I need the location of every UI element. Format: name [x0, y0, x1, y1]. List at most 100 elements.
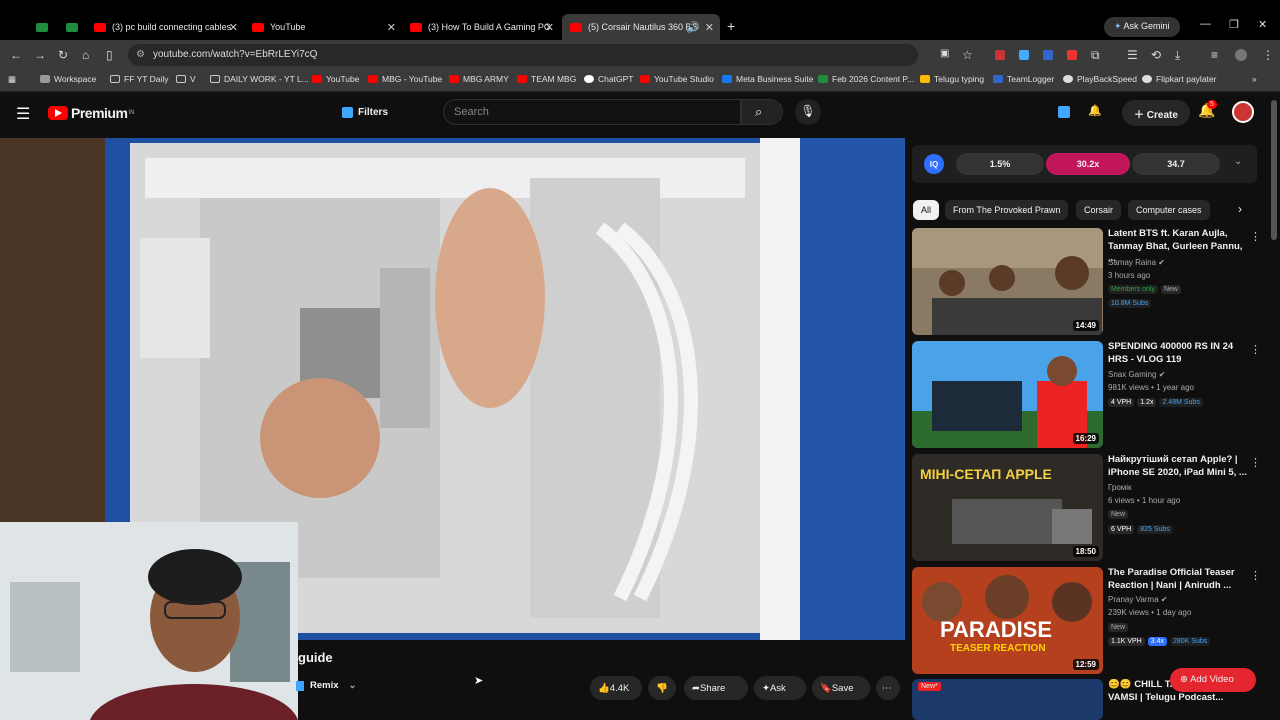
chevron-down-icon[interactable]: ⌄: [1234, 156, 1242, 167]
bookmark-item[interactable]: Feb 2026 Content P...: [818, 74, 914, 84]
new-tab-button[interactable]: +: [727, 18, 735, 34]
tab-pinned-2[interactable]: [58, 14, 84, 40]
bookmark-item[interactable]: Meta Business Suite: [722, 74, 813, 84]
avatar[interactable]: [1235, 49, 1247, 61]
chevron-right-icon[interactable]: ›: [1238, 202, 1242, 216]
apps-icon[interactable]: ▦: [8, 74, 16, 85]
extensions-puzzle-icon[interactable]: ⧉: [1091, 48, 1100, 63]
bookmark-item[interactable]: YouTube Studio: [640, 74, 714, 84]
close-icon[interactable]: ✕: [705, 21, 714, 34]
extension-icon[interactable]: [1067, 50, 1077, 60]
profile-icon[interactable]: ☰: [1127, 48, 1138, 62]
ask-button[interactable]: ✦ Ask: [754, 676, 806, 700]
chip-computer-cases[interactable]: Computer cases: [1128, 200, 1210, 220]
back-icon[interactable]: ←: [10, 48, 22, 62]
window-close-icon[interactable]: ✕: [1258, 18, 1267, 31]
search-input[interactable]: Search: [443, 99, 741, 125]
bookmark-item[interactable]: MBG - YouTube: [368, 74, 442, 84]
create-button[interactable]: ＋ Create: [1122, 100, 1190, 126]
bookmark-item[interactable]: TEAM MBG: [517, 74, 576, 84]
hamburger-menu-icon[interactable]: ☰: [16, 104, 30, 124]
subs-badge: 280K Subs: [1169, 637, 1211, 646]
more-bookmarks-icon[interactable]: »: [1252, 74, 1257, 84]
more-vert-icon[interactable]: ⋮: [1250, 456, 1261, 469]
bookmark-item[interactable]: Flipkart paylater: [1142, 74, 1216, 84]
tab-corsair-nautilus[interactable]: (5) Corsair Nautilus 360 RS 🔊 ✕: [562, 14, 720, 40]
add-video-button[interactable]: ⊕ Add Video: [1170, 668, 1256, 692]
bell-small-icon[interactable]: 🔔: [1088, 104, 1102, 117]
more-vert-icon[interactable]: ⋮: [1250, 343, 1261, 356]
channel-name[interactable]: Громік: [1108, 483, 1132, 492]
filters-button[interactable]: Filters: [334, 100, 396, 124]
bookmark-item[interactable]: MBG ARMY: [449, 74, 509, 84]
youtube-premium-logo[interactable]: Premium IN: [48, 105, 134, 121]
split-view-icon[interactable]: ▯: [106, 48, 113, 62]
bookmark-item[interactable]: PlayBackSpeed: [1063, 74, 1137, 84]
extension-icon[interactable]: [1043, 50, 1053, 60]
extension-icon[interactable]: [995, 50, 1005, 60]
remix-button[interactable]: Remix ⌄: [296, 680, 356, 691]
address-bar[interactable]: ⚙ youtube.com/watch?v=EbRrLEYi7cQ ▣: [128, 44, 949, 66]
forward-icon[interactable]: →: [34, 48, 46, 62]
bookmark-item[interactable]: V: [176, 74, 196, 84]
channel-name[interactable]: Snax Gaming ✔: [1108, 370, 1165, 379]
video-title[interactable]: The Paradise Official Teaser Reaction | …: [1108, 567, 1248, 592]
reading-list-icon[interactable]: ≡: [1211, 48, 1218, 62]
bookmark-star-icon[interactable]: ☆: [962, 48, 973, 62]
extension-icon[interactable]: [1019, 50, 1029, 60]
save-button[interactable]: 🔖 Save: [812, 676, 870, 700]
thumbnail[interactable]: New*: [912, 679, 1103, 720]
avatar[interactable]: [1232, 101, 1254, 123]
menu-icon[interactable]: ⋮: [1262, 48, 1274, 62]
tab-build-gaming-pc[interactable]: (3) How To Build A Gaming PC ✕: [402, 14, 560, 40]
thumbnail[interactable]: 14:49: [912, 228, 1103, 335]
bookmark-item[interactable]: FF YT Daily: [110, 74, 169, 84]
tab-pc-build-cables[interactable]: (3) pc build connecting cables ✕: [86, 14, 244, 40]
thumbnail[interactable]: PARADISE TEASER REACTION 12:59: [912, 567, 1103, 674]
bookmark-item[interactable]: Workspace: [40, 74, 96, 84]
bookmark-item[interactable]: TeamLogger: [993, 74, 1054, 84]
download-icon[interactable]: ⤓: [1175, 48, 1180, 63]
close-icon[interactable]: ✕: [387, 21, 396, 34]
vidiq-icon[interactable]: IQ: [924, 154, 944, 174]
bookmark-item[interactable]: Telugu typing: [920, 74, 984, 84]
share-button[interactable]: ➦ Share: [684, 676, 748, 700]
channel-name[interactable]: Pranay Varma ✔: [1108, 595, 1167, 604]
voice-search-button[interactable]: 🎙: [795, 99, 821, 125]
more-vert-icon[interactable]: ⋮: [1250, 230, 1261, 243]
scrollbar-thumb[interactable]: [1271, 100, 1277, 240]
video-title[interactable]: Найкрутіший сетап Apple? | iPhone SE 202…: [1108, 454, 1248, 479]
tab-pinned-1[interactable]: [28, 14, 54, 40]
video-meta: 239K views • 1 day ago: [1108, 608, 1192, 617]
video-title[interactable]: SPENDING 400000 RS IN 24 HRS - VLOG 119: [1108, 341, 1248, 366]
search-button[interactable]: ⌕: [741, 99, 783, 125]
restore-icon[interactable]: ❐: [1229, 18, 1239, 31]
thumbnail[interactable]: МІНІ-СЕТАП APPLE 18:50: [912, 454, 1103, 561]
tab-title: YouTube: [270, 22, 306, 32]
bookmark-item[interactable]: DAILY WORK - YT L...: [210, 74, 309, 84]
close-icon[interactable]: ✕: [229, 21, 238, 34]
site-info-icon[interactable]: ⚙: [136, 49, 145, 60]
speaker-icon[interactable]: 🔊: [686, 21, 700, 34]
dislike-button[interactable]: 👎: [648, 676, 676, 700]
reload-icon[interactable]: ↻: [58, 48, 68, 62]
bookmark-item[interactable]: YouTube: [312, 74, 359, 84]
thumbnail[interactable]: 16:29: [912, 341, 1103, 448]
channel-name[interactable]: Samay Raina ✔: [1108, 258, 1165, 267]
like-button[interactable]: 👍 4.4K: [590, 676, 642, 700]
chip-all[interactable]: All: [913, 200, 940, 220]
chip-provoked-prawn[interactable]: From The Provoked Prawn: [945, 200, 1069, 220]
vidiq-icon[interactable]: [1058, 106, 1070, 118]
history-icon[interactable]: ⟲: [1151, 48, 1161, 62]
more-actions-button[interactable]: ⋯: [876, 676, 900, 700]
cast-icon[interactable]: ▣: [940, 48, 949, 59]
tab-youtube[interactable]: YouTube ✕: [244, 14, 402, 40]
chip-corsair[interactable]: Corsair: [1076, 200, 1122, 220]
youtube-icon: [94, 22, 106, 32]
more-vert-icon[interactable]: ⋮: [1250, 569, 1261, 582]
bookmark-item[interactable]: ChatGPT: [584, 74, 633, 84]
close-icon[interactable]: ✕: [545, 21, 554, 34]
home-icon[interactable]: ⌂: [82, 48, 89, 62]
ask-gemini-button[interactable]: ✦ Ask Gemini: [1104, 17, 1180, 37]
minimize-icon[interactable]: —: [1200, 18, 1211, 30]
